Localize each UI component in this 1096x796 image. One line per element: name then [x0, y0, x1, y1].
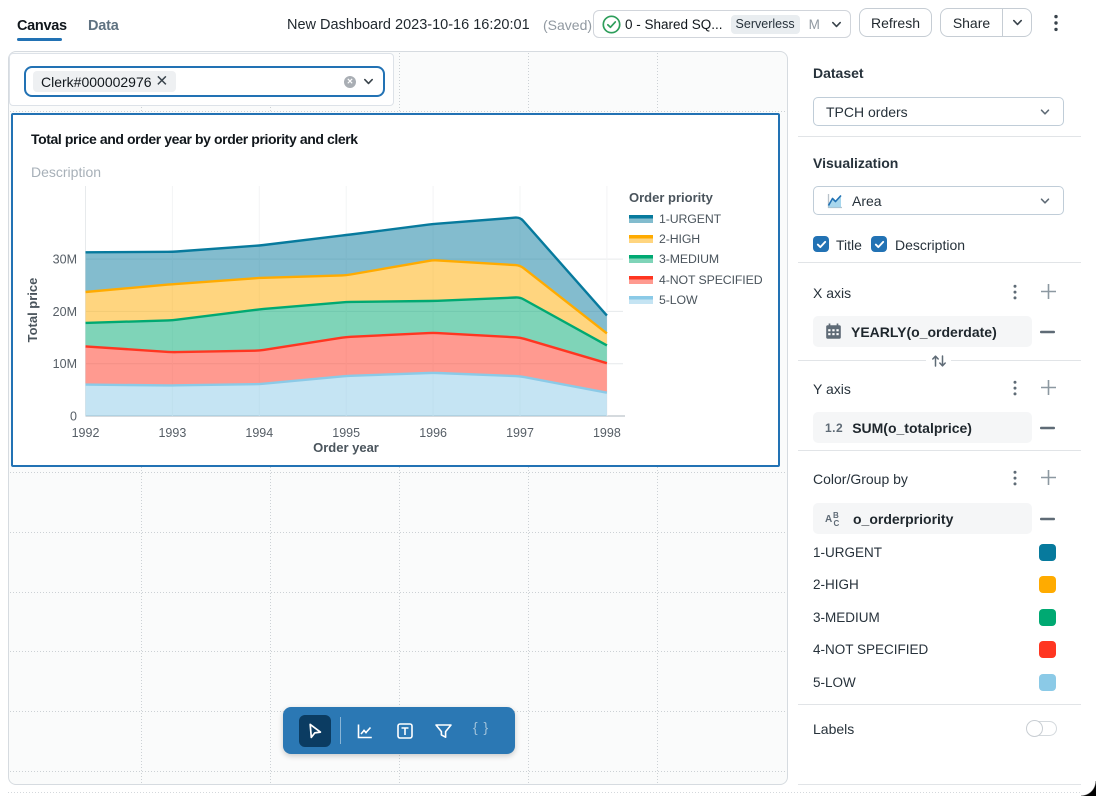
svg-text:1994: 1994 [245, 426, 273, 440]
svg-text:Order year: Order year [313, 440, 379, 455]
svg-text:1993: 1993 [158, 426, 186, 440]
svg-text:10M: 10M [53, 357, 77, 371]
svg-text:1992: 1992 [72, 426, 100, 440]
svg-text:1997: 1997 [506, 426, 534, 440]
svg-text:30M: 30M [53, 253, 77, 267]
svg-text:C: C [834, 519, 840, 527]
svg-text:1995: 1995 [332, 426, 360, 440]
svg-text:0: 0 [70, 410, 77, 424]
svg-text:A: A [825, 514, 832, 525]
svg-text:20M: 20M [53, 305, 77, 319]
svg-text:Total price: Total price [25, 278, 40, 343]
svg-text:1998: 1998 [593, 426, 621, 440]
svg-text:1996: 1996 [419, 426, 447, 440]
